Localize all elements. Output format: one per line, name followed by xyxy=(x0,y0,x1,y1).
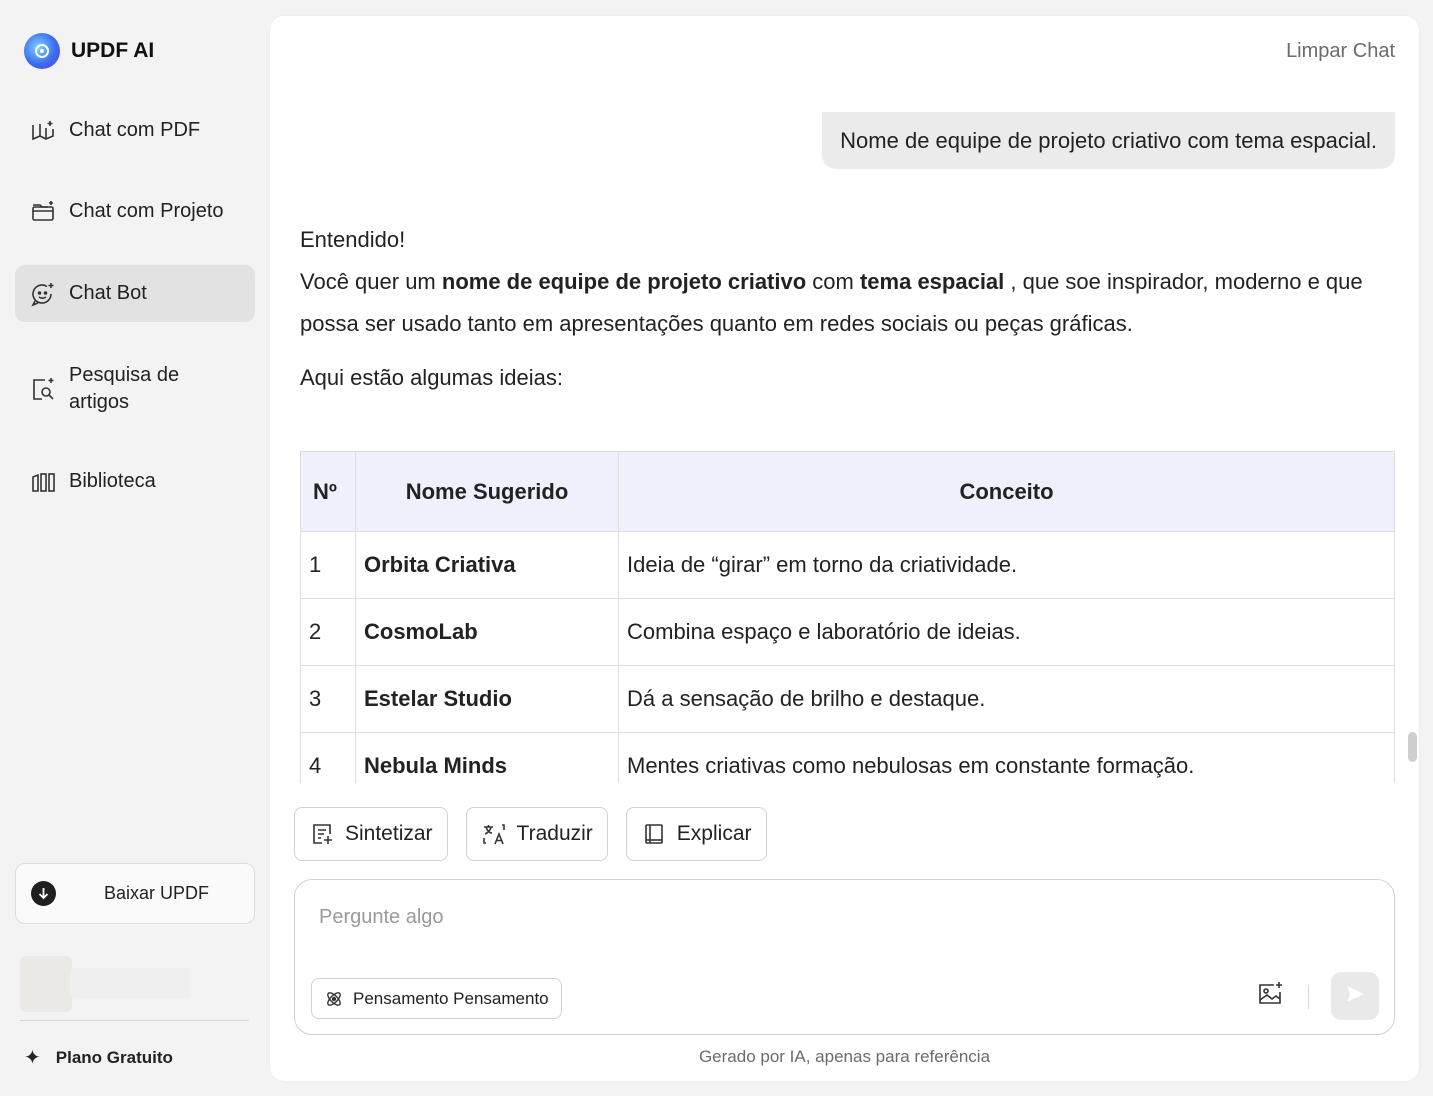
sidebar-item-chat-bot[interactable]: Chat Bot xyxy=(15,265,255,322)
ai-disclaimer: Gerado por IA, apenas para referência xyxy=(698,1047,991,1066)
answer-ideas-intro: Aqui estão algumas ideias: xyxy=(300,365,563,390)
user-message-bubble: Nome de equipe de projeto criativo com t… xyxy=(822,112,1395,169)
sidebar-item-label: Chat Bot xyxy=(69,282,147,304)
action-label: Sintetizar xyxy=(345,822,433,845)
explain-button[interactable]: Explicar xyxy=(625,807,767,861)
table-cell: 3 xyxy=(300,665,356,733)
sidebar-item-pesquisa-artigos[interactable]: Pesquisa de artigos xyxy=(15,349,255,429)
sparkle-icon: ✦ xyxy=(24,1047,41,1069)
chat-bot-icon xyxy=(30,281,56,307)
table-header: Nome Sugerido xyxy=(355,451,619,532)
send-button[interactable] xyxy=(1331,972,1379,1020)
divider xyxy=(1308,985,1309,1009)
table-cell: Ideia de “girar” em torno da criatividad… xyxy=(618,531,1395,599)
clear-chat-button[interactable]: Limpar Chat xyxy=(1286,40,1395,63)
sidebar-item-chat-projeto[interactable]: Chat com Projeto xyxy=(15,183,255,240)
image-ai-icon xyxy=(1256,980,1284,1013)
user-message-text: Nome de equipe de projeto criativo com t… xyxy=(840,127,1377,153)
table-row: 4 Nebula Minds Mentes criativas como neb… xyxy=(300,732,1395,783)
sidebar-item-label: Biblioteca xyxy=(69,470,156,492)
sidebar-item-label: Chat com Projeto xyxy=(69,200,224,222)
summarize-button[interactable]: Sintetizar xyxy=(294,807,448,861)
table-cell: Estelar Studio xyxy=(355,665,619,733)
folder-ai-icon xyxy=(30,199,56,225)
atom-icon xyxy=(324,989,344,1009)
sidebar-item-label: Pesquisa de artigos xyxy=(69,364,180,413)
library-icon xyxy=(30,469,56,495)
table-row: 2 CosmoLab Combina espaço e laboratório … xyxy=(300,598,1395,666)
table-cell: Orbita Criativa xyxy=(355,531,619,599)
brand-title: UPDF AI xyxy=(71,39,155,62)
table-cell: CosmoLab xyxy=(355,598,619,666)
answer-greeting: Entendido! xyxy=(300,227,406,252)
suggestions-table: Nº Nome Sugerido Conceito 1 Orbita Criat… xyxy=(300,451,1395,783)
table-row: 3 Estelar Studio Dá a sensação de brilho… xyxy=(300,665,1395,733)
explain-book-icon xyxy=(641,821,667,847)
sidebar-item-chat-pdf[interactable]: Chat com PDF xyxy=(15,102,255,159)
table-cell: Nebula Minds xyxy=(355,732,619,783)
plan-label: Plano Gratuito xyxy=(55,1047,173,1067)
article-search-icon xyxy=(30,376,56,402)
table-header-row: Nº Nome Sugerido Conceito xyxy=(300,451,1395,532)
chat-input[interactable] xyxy=(319,900,1219,934)
table-row: 1 Orbita Criativa Ideia de “girar” em to… xyxy=(300,531,1395,599)
send-icon xyxy=(1343,982,1367,1011)
table-cell: 1 xyxy=(300,531,356,599)
answer-paragraph: Você quer um nome de equipe de projeto c… xyxy=(300,269,1363,336)
scrollbar-thumb[interactable] xyxy=(1408,732,1417,762)
translate-button[interactable]: Traduzir xyxy=(465,807,608,861)
table-cell: 2 xyxy=(300,598,356,666)
table-header: Conceito xyxy=(618,451,1395,532)
table-cell: Mentes criativas como nebulosas em const… xyxy=(618,732,1395,783)
table-header: Nº xyxy=(300,451,356,532)
divider xyxy=(20,1020,249,1021)
avatar[interactable] xyxy=(20,956,190,1012)
summarize-icon xyxy=(309,821,335,847)
image-upload-button[interactable] xyxy=(1255,981,1285,1011)
chat-input-box: Pensamento Pensamento xyxy=(294,879,1395,1035)
thinking-label: Pensamento Pensamento xyxy=(353,988,549,1008)
chat-panel: Limpar Chat Nome de equipe de projeto cr… xyxy=(270,16,1419,1081)
table-cell: 4 xyxy=(300,732,356,783)
download-icon xyxy=(31,881,56,906)
table-cell: Combina espaço e laboratório de ideias. xyxy=(618,598,1395,666)
translate-icon xyxy=(481,821,507,847)
action-label: Explicar xyxy=(676,822,752,845)
action-label: Traduzir xyxy=(516,822,593,845)
download-updf-button[interactable]: Baixar UPDF xyxy=(15,863,255,924)
download-label: Baixar UPDF xyxy=(104,883,210,903)
book-ai-icon xyxy=(30,118,56,144)
thinking-toggle-button[interactable]: Pensamento Pensamento xyxy=(311,978,562,1019)
updf-ai-logo-icon xyxy=(24,33,60,69)
table-cell: Dá a sensação de brilho e destaque. xyxy=(618,665,1395,733)
sidebar-item-label: Chat com PDF xyxy=(69,119,201,141)
plan-link[interactable]: ✦ Plano Gratuito xyxy=(24,1045,173,1070)
quick-actions: Sintetizar Traduzir Explicar xyxy=(294,807,785,861)
sidebar-item-biblioteca[interactable]: Biblioteca xyxy=(15,453,255,510)
brand: UPDF AI xyxy=(24,33,154,69)
sidebar: UPDF AI Chat com PDF Chat com Projeto Ch… xyxy=(0,0,270,1096)
assistant-answer: Entendido! Você quer um nome de equipe d… xyxy=(300,219,1395,399)
